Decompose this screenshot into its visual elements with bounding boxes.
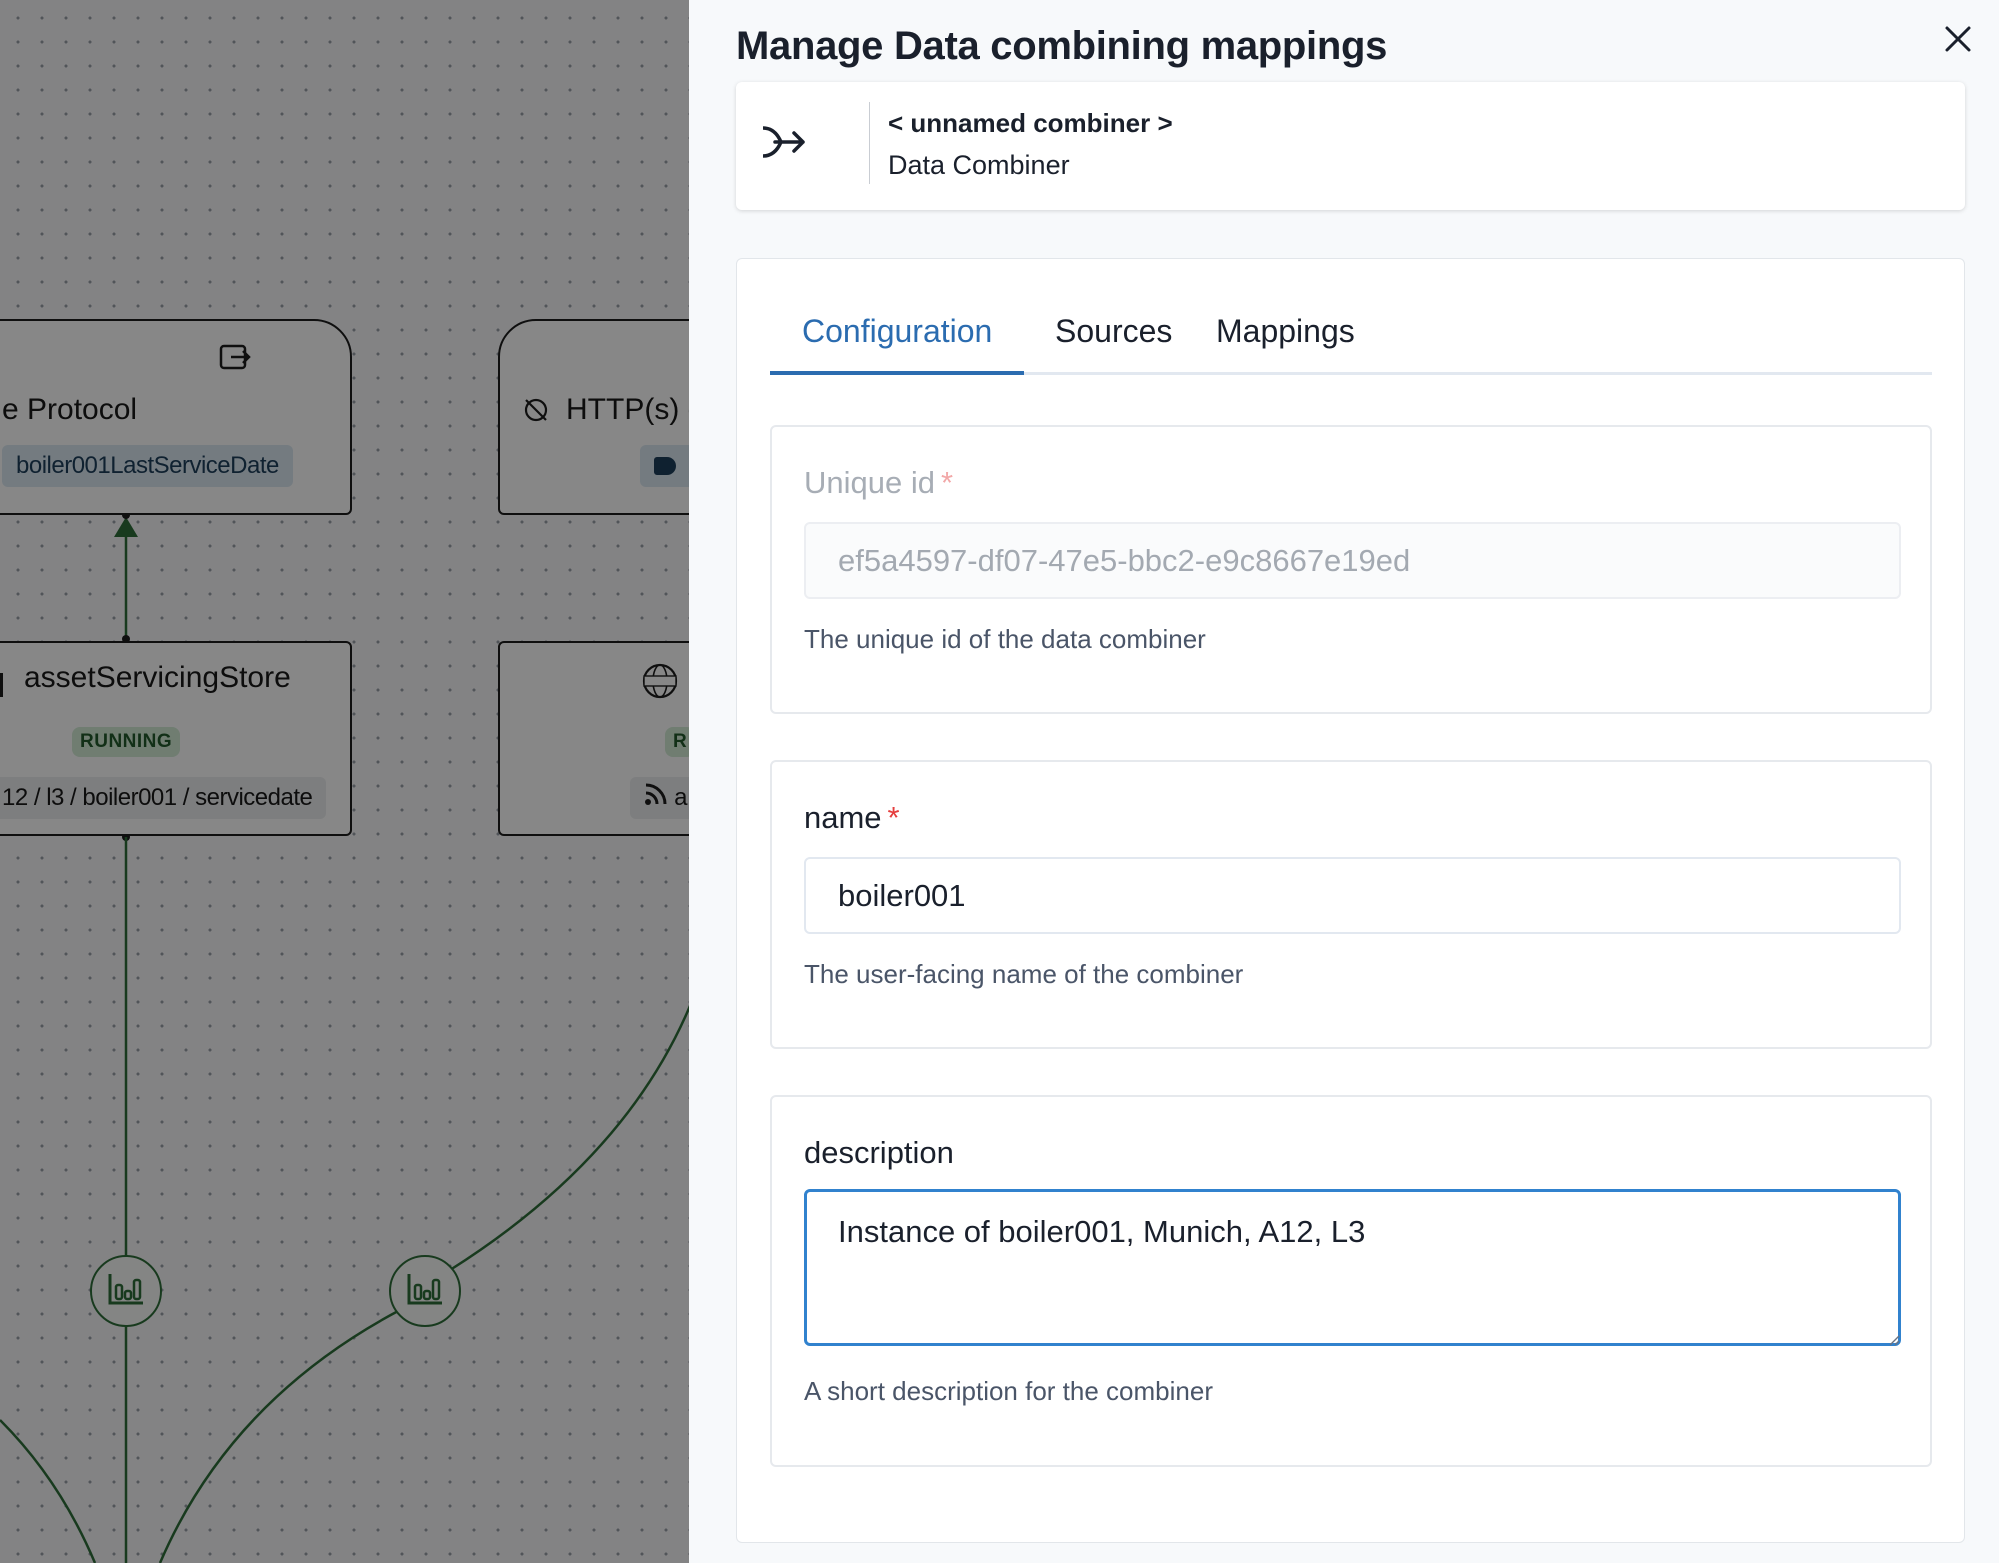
configuration-panel: Configuration Sources Mappings Unique id… [736, 258, 1965, 1543]
close-icon [1944, 25, 1972, 58]
tab-sources[interactable]: Sources [1023, 303, 1204, 375]
tab-configuration[interactable]: Configuration [770, 303, 1025, 375]
combiner-drawer: Manage Data combining mappings < unnamed… [689, 0, 1999, 1563]
tab-list: Configuration Sources Mappings [770, 259, 1932, 375]
unique-id-field-group: Unique id* The unique id of the data com… [770, 425, 1932, 714]
card-divider [869, 102, 870, 184]
name-label-text: name [804, 800, 882, 835]
description-textarea[interactable]: Instance of boiler001, Munich, A12, L3 [804, 1189, 1901, 1346]
merge-arrow-icon [761, 122, 807, 169]
tab-mappings[interactable]: Mappings [1184, 303, 1387, 375]
description-label: description [804, 1135, 954, 1170]
required-mark: * [940, 465, 954, 500]
description-field-group: description Instance of boiler001, Munic… [770, 1095, 1932, 1467]
name-helper: The user-facing name of the combiner [804, 959, 1244, 989]
name-field-group: name* The user-facing name of the combin… [770, 760, 1932, 1049]
drawer-title: Manage Data combining mappings [736, 24, 1388, 68]
required-mark: * [887, 800, 900, 835]
description-helper: A short description for the combiner [804, 1376, 1213, 1406]
modal-overlay[interactable] [0, 0, 689, 1563]
unique-id-label: Unique id * [804, 465, 953, 501]
name-input[interactable] [804, 857, 1901, 934]
unique-id-helper: The unique id of the data combiner [804, 624, 1206, 654]
close-button[interactable] [1935, 18, 1981, 64]
resize-handle-icon[interactable] [1888, 1333, 1900, 1351]
name-label: name * [804, 800, 900, 836]
combiner-type: Data Combiner [888, 150, 1070, 180]
combiner-name: < unnamed combiner > [888, 108, 1173, 138]
unique-id-label-text: Unique id [804, 465, 935, 500]
combiner-summary-card: < unnamed combiner > Data Combiner [736, 82, 1965, 210]
workspace-canvas: e Protocol boiler001LastServiceDate HTTP… [0, 0, 689, 1563]
unique-id-input[interactable] [804, 522, 1901, 599]
